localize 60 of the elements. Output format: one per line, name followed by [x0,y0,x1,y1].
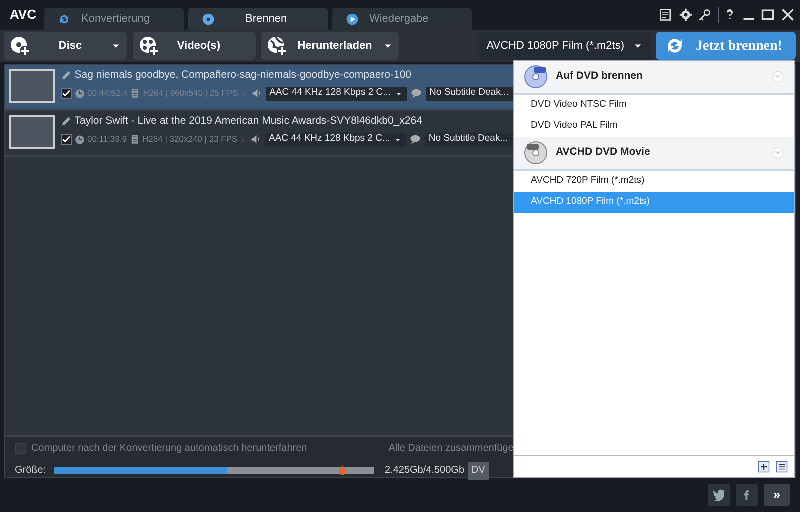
menu-item[interactable]: AVCHD 720P Film (*.m2ts) [514,171,794,192]
facebook-icon[interactable] [736,484,758,506]
audio-track-dropdown[interactable]: AAC 44 KHz 128 Kbps 2 C... [266,86,408,100]
log-icon[interactable] [659,8,673,22]
clock-icon [74,88,85,98]
disc-icon [202,12,216,26]
merge-option-label[interactable]: Alle Dateien zusammenfüge [388,441,514,456]
edit-list-icon[interactable] [776,460,788,472]
file-title: Taylor Swift - Live at the 2019 American Music Awards-SVY8l46dkb0_x264 [74,114,422,129]
duration-text: 00:44:52.4 [88,87,128,100]
video-info-text: H264 | 960x540 | 25 FPS [143,87,238,100]
pencil-icon[interactable] [61,116,72,128]
expand-button[interactable]: » [764,484,790,506]
help-icon[interactable] [724,8,736,22]
add-video-button[interactable]: Video(s) [132,32,256,60]
format-select[interactable]: AVCHD 1080P Film (*.m2ts) [478,32,650,60]
twitter-icon[interactable] [708,484,730,506]
disc-add-icon [10,36,30,56]
disc-type-button[interactable]: DV [468,462,490,480]
play-icon [346,12,360,26]
add-disc-button[interactable]: Disc [4,32,127,60]
speaker-icon [250,88,263,99]
film-strip-icon [130,88,140,99]
close-icon[interactable] [780,8,794,22]
pencil-icon[interactable] [61,70,72,82]
maximize-icon[interactable] [761,8,775,22]
video-thumbnail [9,69,55,103]
tab[interactable]: Brennen [188,8,328,30]
speech-bubble-icon [410,88,423,99]
audio-track-dropdown[interactable]: AAC 44 KHz 128 Kbps 2 C... [264,132,406,146]
size-label: Größe: [15,464,43,478]
key-icon[interactable] [698,8,712,22]
film-reel-add-icon [138,36,158,56]
dvd-disc-icon [524,65,548,89]
bird-icon [712,488,726,502]
checkmark-icon [62,89,71,98]
clock-icon [74,134,85,144]
menu-group-header[interactable]: AVCHD DVD Movie [514,137,794,171]
file-title: Sag niemals goodbye, Compañero-sag-niemals-goodbye-compaero-100 [74,68,412,83]
app-logo: AVC [9,6,38,24]
film-strip-icon [130,134,140,145]
video-thumbnail [9,115,55,149]
checkbox[interactable] [61,88,72,99]
video-info-text: H264 | 320x240 | 23 FPS [142,133,238,146]
speech-bubble-icon [409,134,422,145]
menu-group-header[interactable]: Auf DVD brennen [514,61,794,95]
convert-icon [58,12,72,26]
tab[interactable]: Konvertierung [44,8,184,30]
globe-add-icon [267,36,287,56]
add-download-button[interactable]: Herunterladen [261,32,399,60]
checkmark-icon [62,135,71,144]
settings-icon[interactable] [678,8,692,22]
chevron-right-icon[interactable] [240,134,248,144]
duration-text: 00:11:39.9 [88,133,128,146]
checkbox[interactable] [61,134,72,145]
hd-disc-icon [524,141,548,165]
tab[interactable]: Wiedergabe [332,8,472,30]
size-text: 2.425Gb/4.500Gb [385,464,465,478]
add-icon[interactable] [758,460,770,472]
checkbox-label: Computer nach der Konvertierung automatisch herunterfahren [32,442,308,456]
